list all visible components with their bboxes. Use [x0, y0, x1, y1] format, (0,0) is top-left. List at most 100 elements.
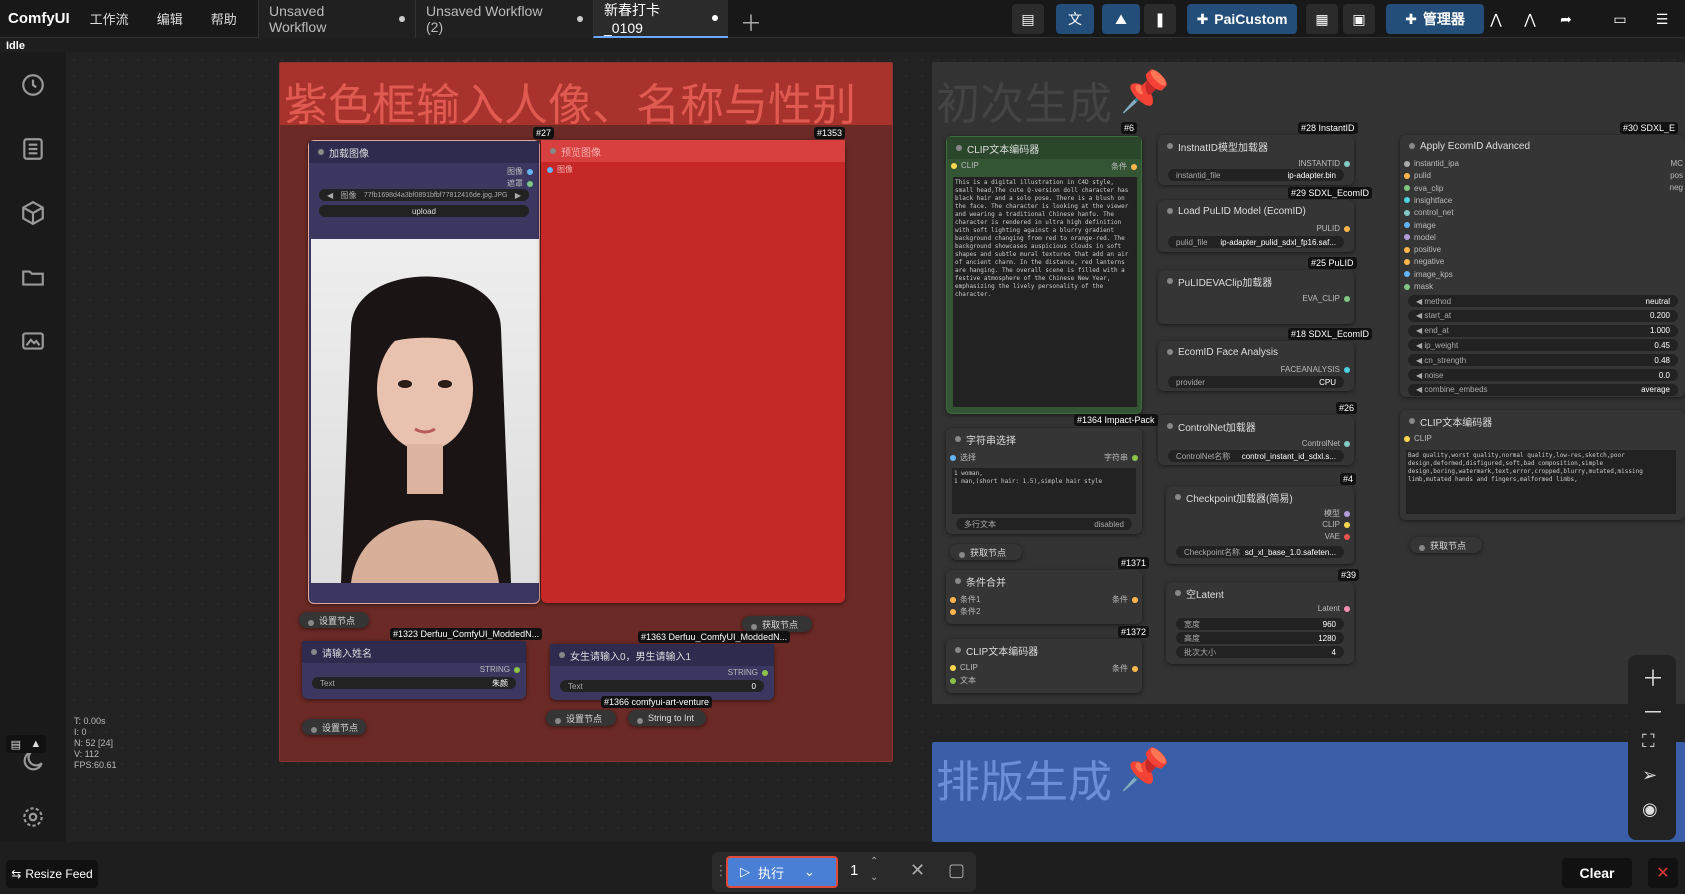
input-cond-1[interactable]: 条件1 — [946, 594, 980, 605]
node-clip-text-encode-2[interactable]: CLIP文本编码器 CLIP 文本 条件 — [946, 639, 1142, 693]
output-mask[interactable]: 遮罩 — [507, 178, 537, 189]
node-conditioning-combine[interactable]: 条件合并 条件1 条件2 条件 — [946, 570, 1142, 624]
output-latent[interactable]: Latent — [1318, 604, 1354, 613]
zoom-in-plus-icon[interactable]: ＋ — [1642, 661, 1664, 693]
gender-text-field[interactable]: Text 0 — [560, 680, 764, 692]
color-palette-icon[interactable]: ▦ — [1306, 4, 1338, 34]
menu-edit[interactable]: 编辑 — [157, 9, 183, 28]
arrow-left-icon[interactable]: ◀ — [327, 191, 333, 200]
input-positive[interactable]: positive — [1400, 245, 1441, 254]
output-positive[interactable]: pos — [1670, 171, 1683, 180]
decrement-icon[interactable]: ⌄ — [870, 872, 878, 883]
param-start-at[interactable]: ◀ start_at 0.200 — [1408, 309, 1678, 322]
output-controlnet[interactable]: ControlNet — [1302, 439, 1354, 448]
checkpoint-name-selector[interactable]: Checkpoint名称 sd_xl_base_1.0.safeten... — [1176, 546, 1344, 558]
input-image[interactable]: image — [1400, 221, 1436, 230]
tab-unsaved-workflow-2[interactable]: Unsaved Workflow (2) — [415, 0, 593, 38]
input-image[interactable]: 图像 — [543, 164, 573, 175]
clear-button[interactable]: Clear — [1562, 858, 1632, 888]
batch-size-field[interactable]: 批次大小 4 — [1176, 646, 1344, 658]
node-clip-text-encode[interactable]: CLIP文本编码器 CLIP 条件 This is a digital illu… — [946, 136, 1142, 414]
multiline-toggle[interactable]: 多行文本 disabled — [956, 518, 1132, 530]
input-model[interactable]: model — [1400, 233, 1436, 242]
model-icon[interactable]: ⛰ — [1102, 4, 1140, 34]
node-clip-negative[interactable]: CLIP文本编码器 CLIP Bad quality,worst quality… — [1400, 410, 1685, 520]
prompt-textarea[interactable]: This is a digital illustration in C4D st… — [953, 177, 1137, 407]
output-clip[interactable]: CLIP — [1322, 520, 1354, 529]
close-x-icon[interactable]: ✕ — [1648, 858, 1678, 888]
node-get-node-2[interactable]: 获取节点 — [950, 544, 1022, 560]
node-set-node-3[interactable]: 设置节点 — [546, 710, 616, 726]
provider-selector[interactable]: provider CPU — [1168, 376, 1344, 388]
input-eva-clip[interactable]: eva_clip — [1400, 184, 1443, 193]
input-instantid-ipa[interactable]: instantid_ipa — [1400, 159, 1459, 168]
zoom-out-minus-icon[interactable]: － — [1642, 695, 1664, 727]
upload-button[interactable]: upload — [319, 205, 529, 217]
node-face-analysis[interactable]: EcomID Face Analysis FACEANALYSIS provid… — [1158, 341, 1354, 391]
output-pulid[interactable]: PULID — [1316, 224, 1354, 233]
tab-xinchun[interactable]: 新春打卡_0109 — [593, 0, 728, 38]
node-pulid-loader[interactable]: Load PuLID Model (EcomID) PULID pulid_fi… — [1158, 200, 1354, 252]
param-cn-strength[interactable]: ◀ cn_strength 0.48 — [1408, 354, 1678, 367]
output-image[interactable]: 图像 — [507, 166, 537, 177]
eye-icon[interactable]: ◉ — [1642, 799, 1658, 820]
queue-list-icon[interactable]: ▤ — [1012, 4, 1044, 34]
stop-square-icon[interactable]: ▢ — [948, 860, 965, 881]
negative-prompt-textarea[interactable]: Bad quality,worst quality,normal quality… — [1406, 450, 1676, 514]
node-apply-ecomid[interactable]: Apply EcomID Advanced MC pos neg instant… — [1400, 135, 1685, 397]
output-conditioning[interactable]: 条件 — [1112, 594, 1142, 605]
manager-button[interactable]: ✚ 管理器 — [1386, 4, 1484, 34]
input-pulid[interactable]: pulid — [1400, 171, 1431, 180]
menu-workflow[interactable]: 工作流 — [90, 9, 129, 28]
node-get-node-1[interactable]: 获取节点 — [742, 616, 812, 632]
increment-icon[interactable]: ⌃ — [870, 856, 878, 867]
new-tab-plus-icon[interactable]: ＋ — [740, 6, 762, 38]
output-vae[interactable]: VAE — [1325, 532, 1354, 541]
output-instantid[interactable]: INSTANTID — [1298, 159, 1354, 168]
folder-icon[interactable] — [20, 264, 46, 290]
output-conditioning[interactable]: 条件 — [1112, 663, 1142, 674]
input-select[interactable]: 选择 — [946, 452, 976, 463]
output-faceanalysis[interactable]: FACEANALYSIS — [1281, 365, 1354, 374]
image-file-selector[interactable]: ◀ 图像 77fb1698d4a3bf0891bfbf77812416de.jpg.… — [319, 189, 529, 201]
input-mask[interactable]: mask — [1400, 282, 1433, 291]
pulid-file-selector[interactable]: pulid_file ip-adapter_pulid_sdxl_fp16.saf… — [1168, 236, 1344, 248]
output-string[interactable]: 字符串 — [1104, 452, 1142, 463]
output-negative[interactable]: neg — [1670, 183, 1683, 192]
param-noise[interactable]: ◀ noise 0.0 — [1408, 369, 1678, 381]
mini-toolbar[interactable]: ▤ ▲ — [6, 735, 46, 753]
input-cond-2[interactable]: 条件2 — [946, 606, 980, 617]
node-checkpoint-loader[interactable]: Checkpoint加载器(简易) 模型 CLIP VAE Checkpoint… — [1166, 486, 1354, 564]
param-end-at[interactable]: ◀ end_at 1.000 — [1408, 324, 1678, 337]
group-layout-gen[interactable]: 排版生成 📌 — [932, 742, 1685, 842]
images-icon[interactable] — [20, 328, 46, 354]
param-combine-embeds[interactable]: ◀ combine_embeds average — [1408, 383, 1678, 396]
input-clip[interactable]: CLIP — [947, 161, 979, 170]
instantid-file-selector[interactable]: instantid_file ip-adapter.bin — [1168, 169, 1344, 181]
doc-icon[interactable]: ▤ — [11, 738, 21, 751]
run-button[interactable]: ▷ 执行 ⌄ — [726, 856, 838, 888]
tab-unsaved-workflow[interactable]: Unsaved Workflow — [258, 0, 415, 38]
name-text-field[interactable]: Text 朱颜 — [312, 677, 516, 689]
node-evaclip-loader[interactable]: PuLIDEVAClip加载器 EVA_CLIP — [1158, 270, 1354, 324]
output-conditioning[interactable]: 条件 — [1111, 161, 1141, 172]
history-icon[interactable] — [20, 72, 46, 98]
node-empty-latent[interactable]: 空Latent Latent 宽度 960 高度 1280 批次大小 4 — [1166, 582, 1354, 664]
pin-icon[interactable]: ▲ — [30, 738, 41, 750]
input-control-net[interactable]: control_net — [1400, 208, 1454, 217]
queue-icon[interactable] — [20, 136, 46, 162]
string-options-textarea[interactable]: 1 woman, 1 man,(short hair: 1.5),simple h… — [952, 468, 1136, 514]
chevron-down-icon[interactable]: ⌄ — [804, 864, 815, 880]
save-disk-icon[interactable]: ▣ — [1343, 4, 1375, 34]
input-clip[interactable]: CLIP — [946, 663, 978, 672]
width-field[interactable]: 宽度 960 — [1176, 618, 1344, 630]
output-string[interactable]: STRING — [480, 665, 524, 674]
toggle-panel-icon[interactable]: ▭ — [1604, 4, 1636, 34]
input-text[interactable]: 文本 — [946, 675, 976, 686]
node-set-node-1[interactable]: 设置节点 — [299, 612, 369, 628]
arrow-right-icon[interactable]: ▶ — [515, 191, 521, 200]
input-negative[interactable]: negative — [1400, 257, 1444, 266]
translate-icon[interactable]: 文 — [1056, 4, 1094, 34]
node-canvas[interactable]: 紫色框输入人像、名称与性别 初次生成 📌 排版生成 📌 #27 加载图像 图像 … — [66, 52, 1685, 842]
output-string[interactable]: STRING — [728, 668, 772, 677]
